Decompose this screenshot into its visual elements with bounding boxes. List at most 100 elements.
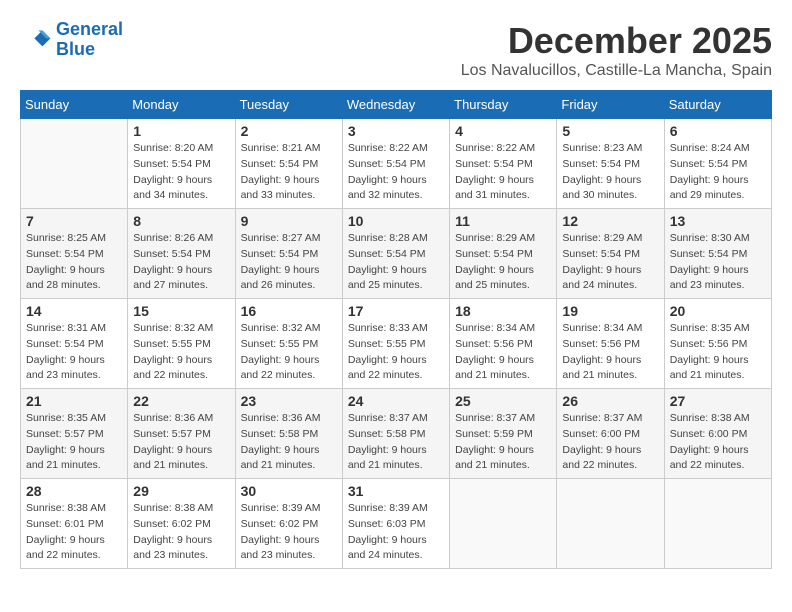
weekday-header: Monday [128, 91, 235, 119]
month-title: December 2025 [461, 20, 772, 62]
calendar-day-cell [557, 479, 664, 569]
day-number: 20 [670, 303, 766, 319]
day-number: 15 [133, 303, 229, 319]
calendar-day-cell: 18 Sunrise: 8:34 AMSunset: 5:56 PMDayligh… [450, 299, 557, 389]
title-section: December 2025 Los Navalucillos, Castille… [461, 20, 772, 80]
weekday-header: Thursday [450, 91, 557, 119]
day-info: Sunrise: 8:38 AMSunset: 6:01 PMDaylight:… [26, 501, 122, 564]
calendar-day-cell: 29Sunrise: 8:38 AMSunset: 6:02 PMDayligh… [128, 479, 235, 569]
day-number: 22 [133, 393, 229, 409]
calendar-day-cell: 13Sunrise: 8:30 AMSunset: 5:54 PMDayligh… [664, 209, 771, 299]
day-number: 2 [241, 123, 337, 139]
day-number: 7 [26, 213, 122, 229]
weekday-header-row: SundayMondayTuesdayWednesdayThursdayFrid… [21, 91, 772, 119]
day-info: Sunrise: 8:31 AMSunset: 5:54 PMDaylight:… [26, 321, 122, 384]
day-number: 6 [670, 123, 766, 139]
day-info: Sunrise: 8:29 AMSunset: 5:54 PMDaylight:… [562, 231, 658, 294]
calendar-day-cell: 7 Sunrise: 8:25 AMSunset: 5:54 PMDaylight… [21, 209, 128, 299]
day-info: Sunrise: 8:36 AMSunset: 5:57 PMDaylight:… [133, 411, 229, 474]
calendar-day-cell: 20 Sunrise: 8:35 AMSunset: 5:56 PMDayligh… [664, 299, 771, 389]
day-info: Sunrise: 8:23 AMSunset: 5:54 PMDaylight:… [562, 141, 658, 204]
calendar-day-cell: 10 Sunrise: 8:28 AMSunset: 5:54 PMDayligh… [342, 209, 449, 299]
day-info: Sunrise: 8:37 AMSunset: 6:00 PMDaylight:… [562, 411, 658, 474]
calendar-day-cell: 17Sunrise: 8:33 AMSunset: 5:55 PMDayligh… [342, 299, 449, 389]
calendar-day-cell: 4Sunrise: 8:22 AMSunset: 5:54 PMDaylight… [450, 119, 557, 209]
calendar-day-cell: 11 Sunrise: 8:29 AMSunset: 5:54 PMDayligh… [450, 209, 557, 299]
calendar-day-cell: 23 Sunrise: 8:36 AMSunset: 5:58 PMDayligh… [235, 389, 342, 479]
calendar-day-cell: 30 Sunrise: 8:39 AMSunset: 6:02 PMDayligh… [235, 479, 342, 569]
day-number: 28 [26, 483, 122, 499]
calendar-day-cell: 21 Sunrise: 8:35 AMSunset: 5:57 PMDayligh… [21, 389, 128, 479]
day-info: Sunrise: 8:39 AMSunset: 6:03 PMDaylight:… [348, 501, 444, 564]
day-number: 31 [348, 483, 444, 499]
page-header: General Blue December 2025 Los Navalucil… [20, 20, 772, 80]
logo-icon [20, 24, 52, 56]
day-info: Sunrise: 8:25 AMSunset: 5:54 PMDaylight:… [26, 231, 122, 294]
day-info: Sunrise: 8:38 AMSunset: 6:00 PMDaylight:… [670, 411, 766, 474]
day-info: Sunrise: 8:35 AMSunset: 5:57 PMDaylight:… [26, 411, 122, 474]
calendar-day-cell: 24Sunrise: 8:37 AMSunset: 5:58 PMDayligh… [342, 389, 449, 479]
day-number: 10 [348, 213, 444, 229]
logo: General Blue [20, 20, 123, 60]
day-info: Sunrise: 8:29 AMSunset: 5:54 PMDaylight:… [455, 231, 551, 294]
day-number: 17 [348, 303, 444, 319]
day-info: Sunrise: 8:37 AMSunset: 5:58 PMDaylight:… [348, 411, 444, 474]
weekday-header: Friday [557, 91, 664, 119]
day-info: Sunrise: 8:28 AMSunset: 5:54 PMDaylight:… [348, 231, 444, 294]
day-info: Sunrise: 8:26 AMSunset: 5:54 PMDaylight:… [133, 231, 229, 294]
day-info: Sunrise: 8:27 AMSunset: 5:54 PMDaylight:… [241, 231, 337, 294]
calendar-day-cell: 2 Sunrise: 8:21 AMSunset: 5:54 PMDaylight… [235, 119, 342, 209]
calendar-day-cell: 5Sunrise: 8:23 AMSunset: 5:54 PMDaylight… [557, 119, 664, 209]
calendar-day-cell: 16Sunrise: 8:32 AMSunset: 5:55 PMDayligh… [235, 299, 342, 389]
day-number: 3 [348, 123, 444, 139]
day-info: Sunrise: 8:21 AMSunset: 5:54 PMDaylight:… [241, 141, 337, 204]
day-info: Sunrise: 8:37 AMSunset: 5:59 PMDaylight:… [455, 411, 551, 474]
calendar-day-cell: 19 Sunrise: 8:34 AMSunset: 5:56 PMDayligh… [557, 299, 664, 389]
calendar-day-cell: 6 Sunrise: 8:24 AMSunset: 5:54 PMDaylight… [664, 119, 771, 209]
day-number: 13 [670, 213, 766, 229]
day-info: Sunrise: 8:22 AMSunset: 5:54 PMDaylight:… [455, 141, 551, 204]
day-info: Sunrise: 8:24 AMSunset: 5:54 PMDaylight:… [670, 141, 766, 204]
day-info: Sunrise: 8:36 AMSunset: 5:58 PMDaylight:… [241, 411, 337, 474]
day-number: 30 [241, 483, 337, 499]
day-info: Sunrise: 8:34 AMSunset: 5:56 PMDaylight:… [455, 321, 551, 384]
day-info: Sunrise: 8:32 AMSunset: 5:55 PMDaylight:… [133, 321, 229, 384]
day-info: Sunrise: 8:32 AMSunset: 5:55 PMDaylight:… [241, 321, 337, 384]
day-number: 27 [670, 393, 766, 409]
calendar-day-cell [450, 479, 557, 569]
calendar-day-cell: 9 Sunrise: 8:27 AMSunset: 5:54 PMDaylight… [235, 209, 342, 299]
calendar-week-row: 1Sunrise: 8:20 AMSunset: 5:54 PMDaylight… [21, 119, 772, 209]
day-number: 9 [241, 213, 337, 229]
weekday-header: Saturday [664, 91, 771, 119]
day-number: 21 [26, 393, 122, 409]
weekday-header: Sunday [21, 91, 128, 119]
day-number: 25 [455, 393, 551, 409]
logo-text: General Blue [56, 20, 123, 60]
weekday-header: Wednesday [342, 91, 449, 119]
calendar-week-row: 21 Sunrise: 8:35 AMSunset: 5:57 PMDayligh… [21, 389, 772, 479]
weekday-header: Tuesday [235, 91, 342, 119]
calendar-day-cell: 8 Sunrise: 8:26 AMSunset: 5:54 PMDaylight… [128, 209, 235, 299]
day-info: Sunrise: 8:39 AMSunset: 6:02 PMDaylight:… [241, 501, 337, 564]
calendar-day-cell: 22 Sunrise: 8:36 AMSunset: 5:57 PMDayligh… [128, 389, 235, 479]
calendar-day-cell: 27 Sunrise: 8:38 AMSunset: 6:00 PMDayligh… [664, 389, 771, 479]
location: Los Navalucillos, Castille-La Mancha, Sp… [461, 62, 772, 80]
day-number: 29 [133, 483, 229, 499]
calendar-day-cell [21, 119, 128, 209]
day-info: Sunrise: 8:20 AMSunset: 5:54 PMDaylight:… [133, 141, 229, 204]
day-number: 11 [455, 213, 551, 229]
calendar-day-cell: 28 Sunrise: 8:38 AMSunset: 6:01 PMDayligh… [21, 479, 128, 569]
calendar-week-row: 7 Sunrise: 8:25 AMSunset: 5:54 PMDaylight… [21, 209, 772, 299]
calendar-day-cell: 12Sunrise: 8:29 AMSunset: 5:54 PMDayligh… [557, 209, 664, 299]
calendar-day-cell: 3 Sunrise: 8:22 AMSunset: 5:54 PMDaylight… [342, 119, 449, 209]
day-info: Sunrise: 8:35 AMSunset: 5:56 PMDaylight:… [670, 321, 766, 384]
day-number: 8 [133, 213, 229, 229]
day-info: Sunrise: 8:22 AMSunset: 5:54 PMDaylight:… [348, 141, 444, 204]
day-number: 26 [562, 393, 658, 409]
day-number: 18 [455, 303, 551, 319]
calendar-day-cell: 31 Sunrise: 8:39 AMSunset: 6:03 PMDayligh… [342, 479, 449, 569]
day-info: Sunrise: 8:34 AMSunset: 5:56 PMDaylight:… [562, 321, 658, 384]
day-number: 19 [562, 303, 658, 319]
day-number: 14 [26, 303, 122, 319]
day-number: 23 [241, 393, 337, 409]
